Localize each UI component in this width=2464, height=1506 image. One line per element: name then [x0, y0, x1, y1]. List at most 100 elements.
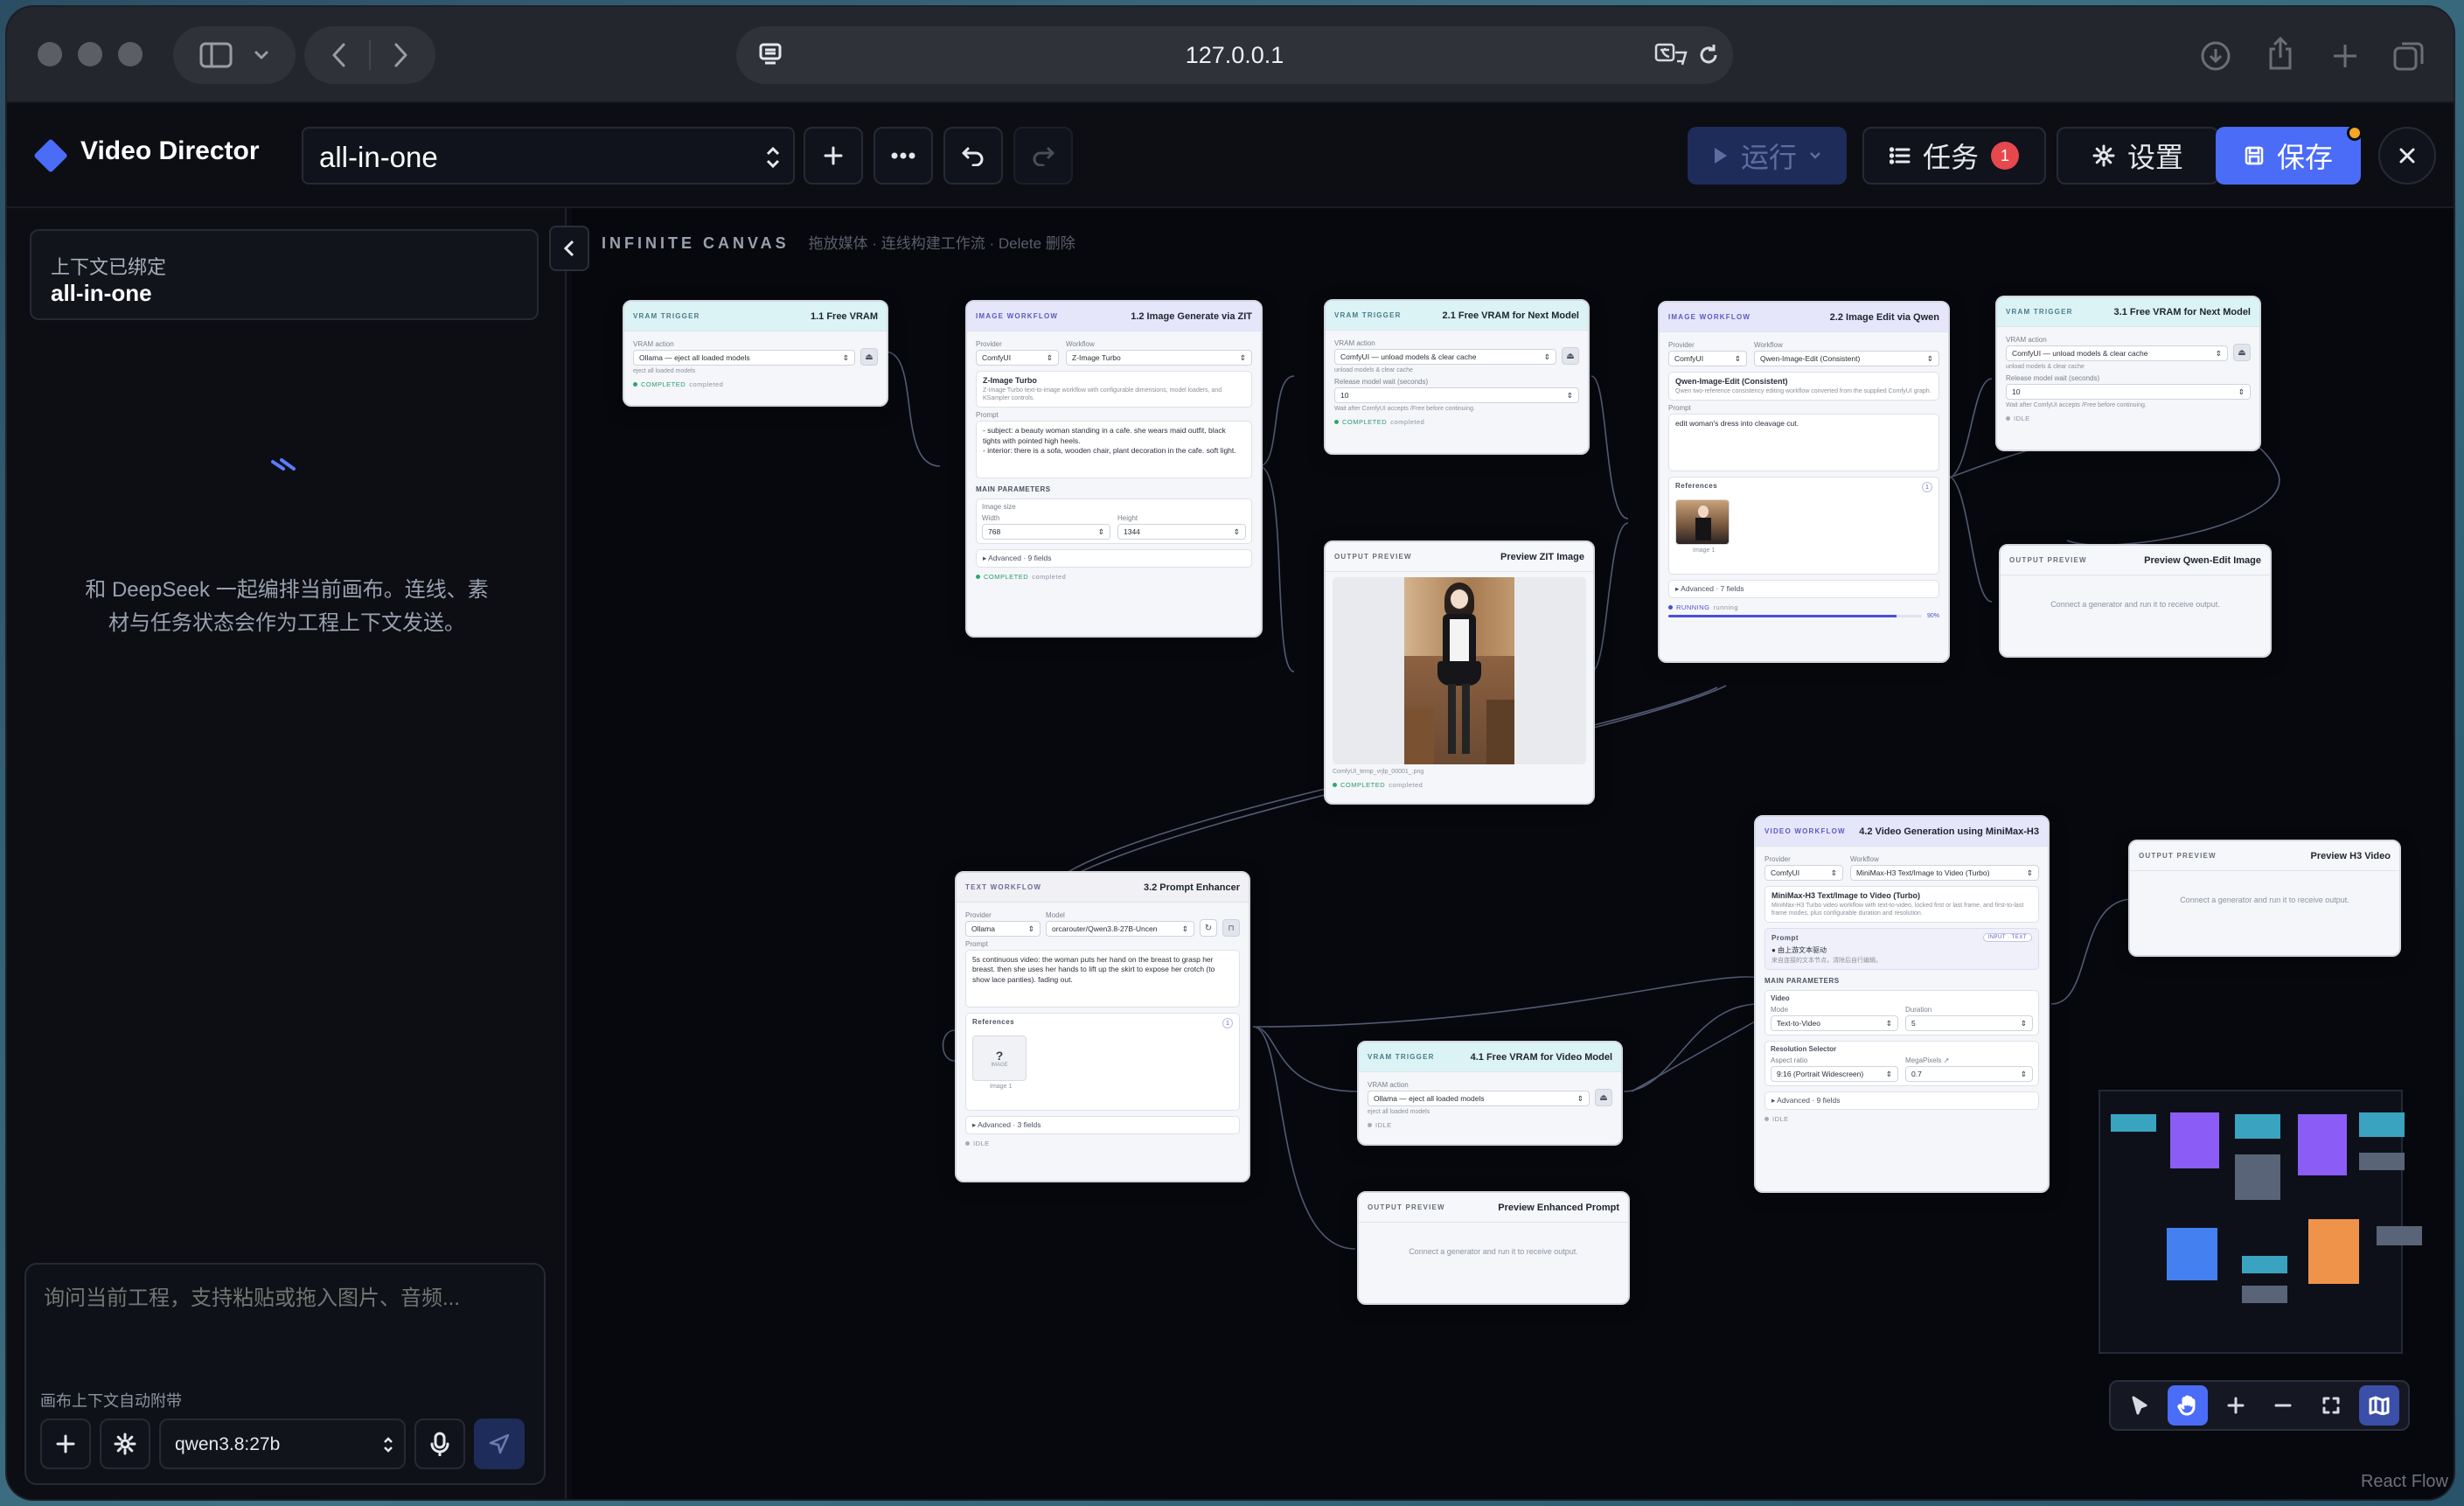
infinite-canvas[interactable]: INFINITE CANVAS 拖放媒体 · 连线构建工作流 · Delete … — [572, 208, 2454, 1499]
save-button[interactable]: 保存 — [2216, 127, 2361, 185]
duration-input[interactable]: 5 ⇕ — [1905, 1015, 2033, 1032]
attach-button[interactable] — [40, 1419, 91, 1469]
node-preview-qwen-edit[interactable]: OUTPUT PREVIEW Preview Qwen-Edit Image Co… — [1999, 544, 2272, 658]
refresh-models-button[interactable]: ↻ — [1200, 919, 1217, 937]
address-bar[interactable]: 127.0.0.1 — [736, 26, 1733, 84]
prompt-textarea[interactable]: 5s continuous video: the woman puts her … — [965, 950, 1240, 1007]
canvas-controls — [2109, 1380, 2410, 1431]
forward-icon[interactable] — [392, 42, 409, 68]
more-button[interactable] — [874, 127, 933, 185]
empty-output-text: Connect a generator and run it to receiv… — [2180, 896, 2349, 904]
zoom-out-button[interactable] — [2263, 1385, 2303, 1426]
advanced-toggle[interactable]: ▸ Advanced · 7 fields — [1668, 580, 1939, 599]
section-title: References — [1675, 482, 1718, 491]
back-icon[interactable] — [331, 42, 348, 68]
mode-select[interactable]: Text-to-Video ⇕ — [1771, 1015, 1898, 1032]
node-2-1-free-vram[interactable]: VRAM TRIGGER 2.1 Free VRAM for Next Model… — [1324, 299, 1590, 455]
provider-select[interactable]: ComfyUI ⇕ — [1668, 351, 1747, 366]
advanced-toggle[interactable]: ▸ Advanced · 9 fields — [1764, 1091, 2039, 1111]
run-button[interactable]: 运行 — [1688, 127, 1847, 185]
eject-button[interactable]: ⏏ — [1562, 347, 1579, 365]
prompt-textarea[interactable]: edit woman's dress into cleavage cut. — [1668, 414, 1939, 472]
reference-placeholder[interactable]: ? IMAGE — [972, 1035, 1027, 1081]
vram-action-select[interactable]: Ollama — eject all loaded models ⇕ — [633, 350, 855, 366]
fit-view-button[interactable] — [2311, 1385, 2351, 1426]
close-button[interactable] — [2378, 127, 2436, 185]
redo-button[interactable] — [1013, 127, 1073, 185]
send-button[interactable] — [474, 1419, 525, 1469]
eject-button[interactable]: ⏏ — [2233, 344, 2251, 361]
chat-settings-button[interactable] — [100, 1419, 150, 1469]
prompt-textarea[interactable]: - subject: a beauty woman standing in a … — [976, 421, 1252, 479]
minimap[interactable] — [2099, 1090, 2422, 1354]
vram-action-select[interactable]: ComfyUI — unload models & clear cache ⇕ — [1334, 349, 1556, 365]
lock-button[interactable]: ⊓ — [1222, 919, 1240, 937]
node-1-2-image-generate[interactable]: IMAGE WORKFLOW 1.2 Image Generate via ZIT… — [965, 300, 1263, 638]
wait-input[interactable]: 10 ⇕ — [1334, 387, 1579, 404]
node-1-1-free-vram[interactable]: VRAM TRIGGER 1.1 Free VRAM VRAM action Ol… — [623, 300, 888, 407]
node-preview-h3-video[interactable]: OUTPUT PREVIEW Preview H3 Video Connect a… — [2128, 840, 2401, 957]
width-input[interactable]: 768 ⇕ — [982, 524, 1110, 540]
megapixels-input[interactable]: 0.7 ⇕ — [1905, 1066, 2033, 1083]
chevron-icon: ⇕ — [842, 352, 849, 362]
app-window: 127.0.0.1 Video Director all-in-one 运行 任… — [7, 7, 2454, 1499]
reference-thumbnail[interactable] — [1675, 499, 1730, 546]
advanced-toggle[interactable]: ▸ Advanced · 3 fields — [965, 1116, 1240, 1134]
sidebar-toggle-button[interactable] — [173, 26, 296, 84]
node-status: IDLE — [2006, 415, 2251, 422]
minimize-window-button[interactable] — [78, 42, 102, 66]
eject-button[interactable]: ⏏ — [860, 348, 878, 366]
eject-button[interactable]: ⏏ — [1595, 1089, 1612, 1106]
chat-input[interactable] — [44, 1280, 530, 1359]
node-tag: IMAGE WORKFLOW — [1668, 313, 1751, 321]
collapse-sidebar-button[interactable] — [549, 226, 589, 271]
model-select[interactable]: qwen3.8:27b — [159, 1419, 406, 1469]
translate-icon[interactable] — [1654, 42, 1689, 68]
project-selector[interactable]: all-in-one — [302, 127, 795, 185]
height-input[interactable]: 1344 ⇕ — [1117, 524, 1246, 540]
model-select[interactable]: orcarouter/Qwen3.8-27B-Uncen ⇕ — [1046, 921, 1194, 937]
zoom-in-button[interactable] — [2216, 1385, 2256, 1426]
vram-action-select[interactable]: ComfyUI — unload models & clear cache ⇕ — [2006, 345, 2228, 361]
provider-select[interactable]: ComfyUI ⇕ — [1764, 865, 1843, 881]
node-preview-zit-image[interactable]: OUTPUT PREVIEW Preview ZIT Image ComfyUI… — [1324, 540, 1595, 805]
field-label: Prompt — [976, 411, 999, 420]
new-tab-icon[interactable] — [2331, 42, 2359, 70]
chat-composer: 画布上下文自动附带 qwen3.8:27b — [24, 1263, 546, 1485]
node-4-2-video-generation[interactable]: VIDEO WORKFLOW 4.2 Video Generation using… — [1754, 815, 2050, 1193]
react-flow-attribution[interactable]: React Flow — [2361, 1472, 2448, 1492]
output-image[interactable] — [1333, 577, 1586, 764]
pan-tool-button[interactable] — [2167, 1385, 2208, 1426]
field-label: Model — [1046, 911, 1065, 919]
settings-button[interactable]: 设置 — [2057, 127, 2219, 185]
workflow-select[interactable]: Z-Image Turbo ⇕ — [1066, 350, 1252, 366]
workflow-select[interactable]: Qwen-Image-Edit (Consistent) ⇕ — [1754, 351, 1939, 366]
model-name: qwen3.8:27b — [175, 1434, 281, 1454]
node-4-1-free-vram[interactable]: VRAM TRIGGER 4.1 Free VRAM for Video Mode… — [1357, 1041, 1623, 1146]
add-button[interactable] — [804, 127, 863, 185]
tab-overview-icon[interactable] — [2392, 40, 2426, 72]
field-hint: Wait after ComfyUI accepts /Free before … — [2006, 402, 2147, 409]
pointer-tool-button[interactable] — [2119, 1385, 2160, 1426]
workflow-select[interactable]: MiniMax-H3 Text/Image to Video (Turbo) ⇕ — [1850, 865, 2039, 881]
node-2-2-image-edit[interactable]: IMAGE WORKFLOW 2.2 Image Edit via Qwen Pr… — [1658, 301, 1950, 663]
provider-select[interactable]: ComfyUI ⇕ — [976, 350, 1059, 366]
node-title: 2.1 Free VRAM for Next Model — [1442, 310, 1579, 321]
node-3-2-prompt-enhancer[interactable]: TEXT WORKFLOW 3.2 Prompt Enhancer Provide… — [955, 871, 1250, 1182]
node-preview-enhanced-prompt[interactable]: OUTPUT PREVIEW Preview Enhanced Prompt Co… — [1357, 1191, 1630, 1305]
vram-action-select[interactable]: Ollama — eject all loaded models ⇕ — [1368, 1091, 1590, 1106]
minimap-toggle-button[interactable] — [2358, 1385, 2399, 1426]
reload-icon[interactable] — [1696, 43, 1721, 67]
share-icon[interactable] — [2266, 37, 2294, 72]
tasks-button[interactable]: 任务 1 — [1862, 127, 2046, 185]
download-icon[interactable] — [2200, 40, 2231, 72]
wait-input[interactable]: 10 ⇕ — [2006, 384, 2251, 401]
voice-button[interactable] — [414, 1419, 465, 1469]
undo-button[interactable] — [943, 127, 1003, 185]
advanced-toggle[interactable]: ▸ Advanced · 9 fields — [976, 549, 1252, 568]
close-window-button[interactable] — [38, 42, 62, 66]
zoom-window-button[interactable] — [118, 42, 143, 66]
provider-select[interactable]: Ollama ⇕ — [965, 921, 1041, 937]
node-3-1-free-vram[interactable]: VRAM TRIGGER 3.1 Free VRAM for Next Model… — [1995, 296, 2261, 451]
aspect-ratio-select[interactable]: 9:16 (Portrait Widescreen) ⇕ — [1771, 1066, 1898, 1083]
